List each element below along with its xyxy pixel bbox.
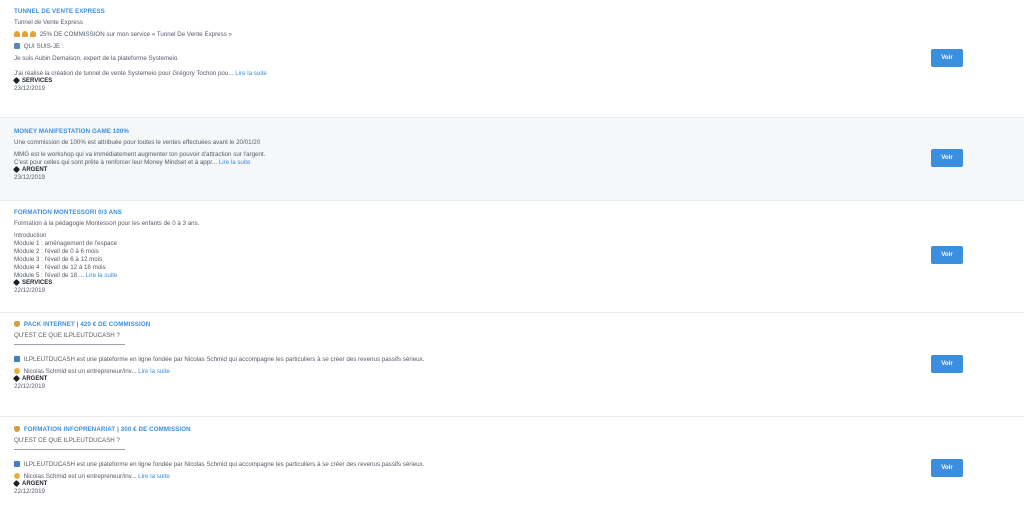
read-more-link[interactable]: Lire la suite — [235, 70, 267, 77]
promo-text: 25% DE COMMISSION sur mon service « Tunn… — [39, 31, 232, 38]
tag-icon — [12, 479, 21, 488]
tag-icon — [12, 374, 21, 383]
bell-icon — [30, 31, 36, 37]
module-item: Module 4 : l'éveil de 12 à 18 mois — [14, 264, 106, 271]
listing-date: 23/12/2019 — [14, 174, 45, 182]
right-arrow-box-icon — [14, 43, 20, 49]
excerpt-text: Nicolas Schmid est un entrepreneur/inv..… — [23, 473, 137, 480]
read-more-link[interactable]: Lire la suite — [219, 159, 251, 166]
description-text: ILPLEUTDUCASH est une plateforme en lign… — [23, 461, 425, 468]
read-more-link[interactable]: Lire la suite — [138, 368, 170, 375]
category-label: SERVICES — [22, 78, 53, 85]
listing-title: FORMATION INFOPRENARIAT | 300 € DE COMMI… — [14, 426, 1024, 433]
money-bag-icon — [14, 426, 20, 432]
who-label: QUI SUIS-JE : — [23, 43, 64, 50]
voir-button[interactable]: Voir — [931, 355, 963, 373]
category-label: SERVICES — [22, 280, 53, 287]
who-line: QUI SUIS-JE : — [14, 43, 1024, 51]
read-more-link[interactable]: Lire la suite — [138, 473, 170, 480]
voir-button[interactable]: Voir — [931, 49, 963, 67]
listing-date: 22/12/2019 — [14, 383, 45, 391]
listing-date: 23/12/2019 — [14, 85, 45, 93]
category-tag: ARGENT — [12, 165, 1024, 174]
category-label: ARGENT — [22, 376, 48, 383]
voir-button[interactable]: Voir — [931, 149, 963, 167]
listing-subtitle: Tunnel de Vente Express — [14, 19, 83, 26]
category-tag: SERVICES — [12, 278, 1024, 287]
excerpt-line: Nicolas Schmid est un entrepreneur/inv..… — [14, 368, 1024, 376]
bell-icon — [22, 31, 28, 37]
description-text: Formation à la pédagogie Montessori pour… — [14, 220, 200, 227]
excerpt-line: Module 5 : l'éveil de 18 ... Lire la sui… — [14, 272, 1024, 280]
description-line: ILPLEUTDUCASH est une plateforme en lign… — [14, 461, 1024, 469]
listing-date: 22/12/2019 — [14, 488, 45, 496]
excerpt-text: Nicolas Schmid est un entrepreneur/inv..… — [23, 368, 137, 375]
description-text: Une commission de 100% est attribuée pou… — [14, 139, 261, 146]
excerpt-text: J'ai réalisé la création de tunnel de ve… — [14, 70, 234, 77]
description-line: ILPLEUTDUCASH est une plateforme en lign… — [14, 356, 1024, 364]
category-tag: ARGENT — [12, 479, 1024, 488]
person-icon — [14, 473, 20, 479]
listing-card: FORMATION INFOPRENARIAT | 300 € DE COMMI… — [0, 417, 1024, 512]
category-tag: SERVICES — [12, 76, 1024, 85]
excerpt-text: C'est pour celles qui sont prête à renfo… — [14, 159, 218, 166]
promo-line: 25% DE COMMISSION sur mon service « Tunn… — [14, 31, 1024, 39]
listing-date: 22/12/2019 — [14, 287, 45, 295]
excerpt-line: J'ai réalisé la création de tunnel de ve… — [14, 70, 1024, 78]
listing-card: TUNNEL DE VENTE EXPRESS Tunnel de Vente … — [0, 0, 1024, 118]
intro-text: Je suis Aubin Demaison, expert de la pla… — [14, 55, 180, 62]
person-icon — [14, 368, 20, 374]
listing-title: PACK INTERNET | 420 € DE COMMISSION — [14, 321, 1024, 328]
description-text: ILPLEUTDUCASH est une plateforme en lign… — [23, 356, 425, 363]
info-icon — [14, 461, 20, 467]
voir-button[interactable]: Voir — [931, 459, 963, 477]
excerpt-line: C'est pour celles qui sont prête à renfo… — [14, 159, 1024, 167]
category-label: ARGENT — [22, 167, 48, 174]
excerpt-text: Module 5 : l'éveil de 18 ... — [14, 272, 84, 279]
category-label: ARGENT — [22, 481, 48, 488]
module-item: Module 2 : l'éveil de 0 à 6 mois — [14, 248, 99, 255]
listing-card: FORMATION MONTESSORI 0/3 ANS Formation à… — [0, 201, 1024, 313]
category-tag: ARGENT — [12, 374, 1024, 383]
module-item: Module 1 : aménagement de l'espace — [14, 240, 117, 247]
bell-icon — [14, 31, 20, 37]
listing-feed: TUNNEL DE VENTE EXPRESS Tunnel de Vente … — [0, 0, 1024, 512]
section-question: QU'EST CE QUE ILPLEUTDUCASH ? — [14, 332, 120, 339]
money-bag-icon — [14, 321, 20, 327]
read-more-link[interactable]: Lire la suite — [86, 272, 118, 279]
module-item: Introduction — [14, 232, 47, 239]
listing-title[interactable]: MONEY MANIFESTATION GAME 100% — [14, 128, 1024, 135]
listing-title[interactable]: FORMATION MONTESSORI 0/3 ANS — [14, 209, 1024, 216]
description-text: MMG est le workshop qui va immédiatement… — [14, 151, 266, 158]
voir-button[interactable]: Voir — [931, 246, 963, 264]
section-question: QU'EST CE QUE ILPLEUTDUCASH ? — [14, 437, 120, 444]
listing-title-text[interactable]: PACK INTERNET | 420 € DE COMMISSION — [24, 321, 150, 328]
tag-icon — [12, 165, 21, 174]
listing-card: MONEY MANIFESTATION GAME 100% Une commis… — [0, 118, 1024, 201]
listing-title[interactable]: TUNNEL DE VENTE EXPRESS — [14, 8, 1024, 15]
info-icon — [14, 356, 20, 362]
tag-icon — [12, 278, 21, 287]
listing-title-text[interactable]: FORMATION INFOPRENARIAT | 300 € DE COMMI… — [24, 426, 191, 433]
listing-card: PACK INTERNET | 420 € DE COMMISSION QU'E… — [0, 313, 1024, 417]
excerpt-line: Nicolas Schmid est un entrepreneur/inv..… — [14, 473, 1024, 481]
tag-icon — [12, 76, 21, 85]
module-item: Module 3 : l'éveil de 6 à 12 mois — [14, 256, 103, 263]
